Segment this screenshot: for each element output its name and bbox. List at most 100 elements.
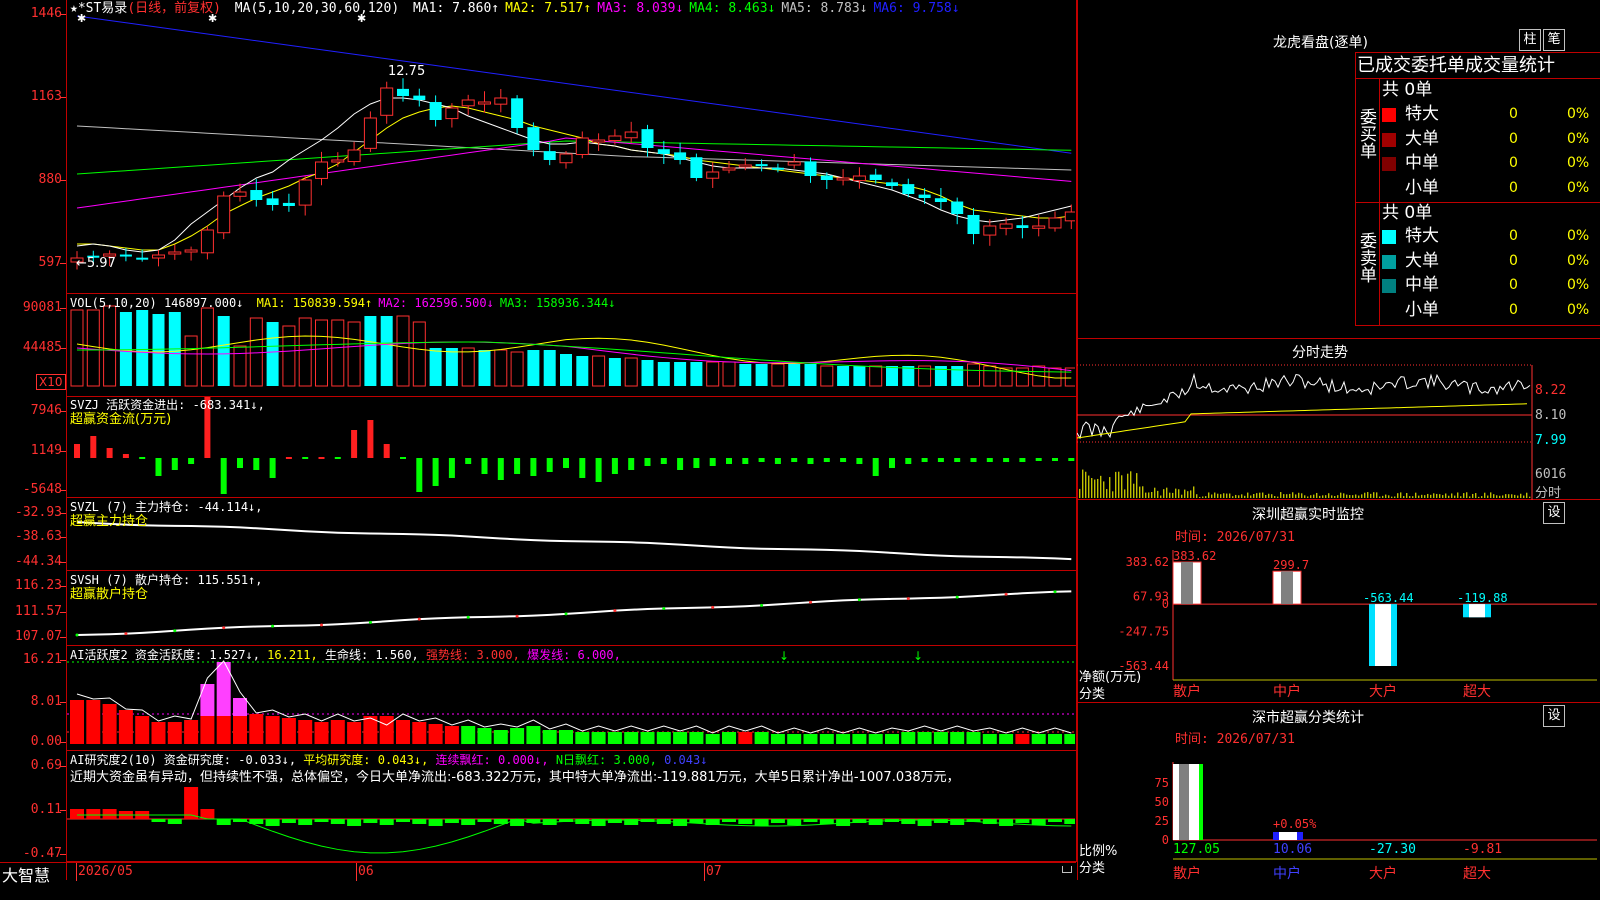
ai-research-chart[interactable]: [67, 751, 1075, 861]
volume-bar-up: [722, 361, 736, 387]
tick-mode-button[interactable]: 笔: [1543, 29, 1565, 51]
svsh-y-tick-mid-tick: [60, 612, 66, 613]
intraday-vol-bar: [1250, 495, 1252, 498]
monitor-y-tick-4: -247.75: [1118, 624, 1169, 638]
lock-icon[interactable]: [1062, 866, 1072, 873]
intraday-vol-bar: [1124, 489, 1126, 498]
candle-up: [168, 251, 182, 255]
svzj-bar-outflow: [1068, 458, 1075, 461]
volume-bar-up: [510, 351, 524, 387]
intraday-vol-bar: [1184, 489, 1186, 498]
ai-active-bar: [640, 732, 655, 744]
monitor-bar-shade-3: [1375, 604, 1391, 666]
intraday-vol-bar: [1421, 494, 1423, 498]
ai-research-bar-up: [102, 809, 117, 819]
monitor-settings-button[interactable]: 设: [1543, 502, 1565, 524]
intraday-vol-bar: [1439, 494, 1441, 498]
monitor-chart[interactable]: 383.6267.930-247.75-563.44383.62散户299.7中…: [1077, 540, 1600, 702]
svzl-y-tick-top: -32.93: [15, 505, 62, 520]
volume-bar-down: [739, 364, 752, 386]
ai-active-bar: [216, 716, 231, 744]
buy-color-swatch-2: [1382, 132, 1396, 147]
monitor-value-label-4: -119.88: [1457, 591, 1508, 605]
sell-row-name-4: 小单: [1405, 299, 1439, 320]
svzj-bar-outflow: [220, 458, 227, 494]
svzj-y-tick-low: -5648: [22, 482, 62, 497]
volume-bar-down: [674, 362, 687, 386]
intraday-vol-bar: [1106, 489, 1108, 498]
intraday-chart[interactable]: [1077, 360, 1600, 500]
main-y-tick-880: 880: [38, 172, 62, 187]
ai-research-comment: 近期大资金虽有异动，但持续性不强，总体偏空，今日大单净流出:-683.322万元…: [70, 770, 960, 785]
vol-ma-value-1: MA1: 150839.594↑: [256, 296, 373, 310]
volume-bar-down: [429, 348, 442, 386]
sell-row-count-1: 0: [1509, 228, 1518, 244]
candle-down: [690, 157, 703, 178]
vol-y-tick-max: 90081: [22, 300, 62, 315]
intraday-vol-bar: [1085, 471, 1087, 498]
svsh-title: SVSH (7) 散户持仓: 115.551↑,: [70, 573, 263, 587]
classify-chart[interactable]: 75 50 25 0 +0.05% 127.05 散户 10.06 中户 -27.30 大户 -9.8…: [1077, 742, 1600, 900]
sell-color-swatch-2: [1382, 254, 1396, 269]
candle-down: [918, 194, 931, 198]
classify-y-tick-3: 25: [1155, 814, 1169, 828]
intraday-vol-bar: [1427, 493, 1429, 498]
classify-settings-button[interactable]: 设: [1543, 705, 1565, 727]
candle-up: [152, 254, 165, 259]
classify-category-1: 散户: [1173, 865, 1201, 882]
buy-color-swatch-4: [1382, 182, 1396, 196]
ai-research-bar-down: [819, 819, 834, 824]
ai-research-bar-down: [461, 819, 476, 825]
ai-research-bar-down: [770, 819, 785, 823]
candle-up: [445, 107, 459, 120]
intraday-vol-bar: [1403, 496, 1405, 498]
volume-bar-down: [853, 366, 866, 386]
candle-up: [836, 177, 850, 181]
candle-down: [820, 175, 833, 180]
svzj-bar-inflow: [106, 448, 113, 458]
intraday-vol-bar: [1223, 493, 1225, 498]
svzj-bar-outflow: [530, 458, 537, 476]
chart-mode[interactable]: (日线，前复权): [127, 1, 221, 16]
kline-chart-area[interactable]: ✱ ✱ ✱ ★*ST易录(日线，前复权) MA(5,10,20,30,60,120)…: [0, 0, 1077, 880]
bar-mode-button[interactable]: 柱: [1519, 29, 1541, 51]
ai-active-y-tick-mid: 8.01: [30, 694, 62, 709]
intraday-vol-bar: [1529, 496, 1531, 498]
sell-row-pct-4: 0%: [1567, 301, 1590, 318]
intraday-vol-bar: [1133, 483, 1135, 498]
ma-value-1: MA1: 7.860↑: [413, 1, 500, 16]
main-y-tick-1446-tick: [60, 14, 66, 15]
intraday-vol-bar: [1442, 495, 1444, 498]
vol-y-tick-mid-tick: [60, 348, 66, 349]
monitor-bar-shade-2: [1281, 571, 1293, 605]
ai-active-bar: [966, 732, 981, 744]
sell-row-pct-3: 0%: [1567, 277, 1590, 293]
intraday-vol-bar: [1328, 493, 1330, 498]
ai-research-bar-down: [314, 819, 329, 822]
stock-name[interactable]: ★*ST易录: [70, 1, 127, 16]
volume-bar-down: [837, 366, 850, 386]
intraday-vol-bar: [1166, 487, 1168, 498]
ai-active-bar: [705, 734, 720, 744]
svsh-dot: [466, 615, 470, 619]
intraday-vol-bar: [1103, 481, 1105, 498]
candlestick-chart[interactable]: ✱ ✱ ✱: [67, 0, 1075, 293]
intraday-vol-bar: [1445, 493, 1447, 498]
date-06: 06: [358, 864, 374, 879]
intraday-vol-bar: [1451, 493, 1453, 498]
svzj-bar-outflow: [1035, 458, 1042, 461]
intraday-vol-bar: [1412, 496, 1414, 498]
svzl-y-tick-low: -44.34: [15, 554, 62, 569]
intraday-vol-bar: [1286, 494, 1288, 498]
volume-bar-down: [755, 364, 768, 386]
intraday-vol-bar: [1325, 495, 1327, 498]
svzj-chart[interactable]: [67, 397, 1075, 497]
svsh-dot: [222, 626, 226, 630]
svzj-bar-outflow: [1019, 458, 1026, 462]
ai-active-bar: [281, 718, 296, 744]
svsh-dot: [75, 633, 79, 637]
low-price-label: ←5.97: [76, 256, 116, 271]
volume-bar-up: [494, 349, 508, 387]
candle-up: [983, 225, 997, 236]
svsh-dot: [320, 623, 323, 627]
